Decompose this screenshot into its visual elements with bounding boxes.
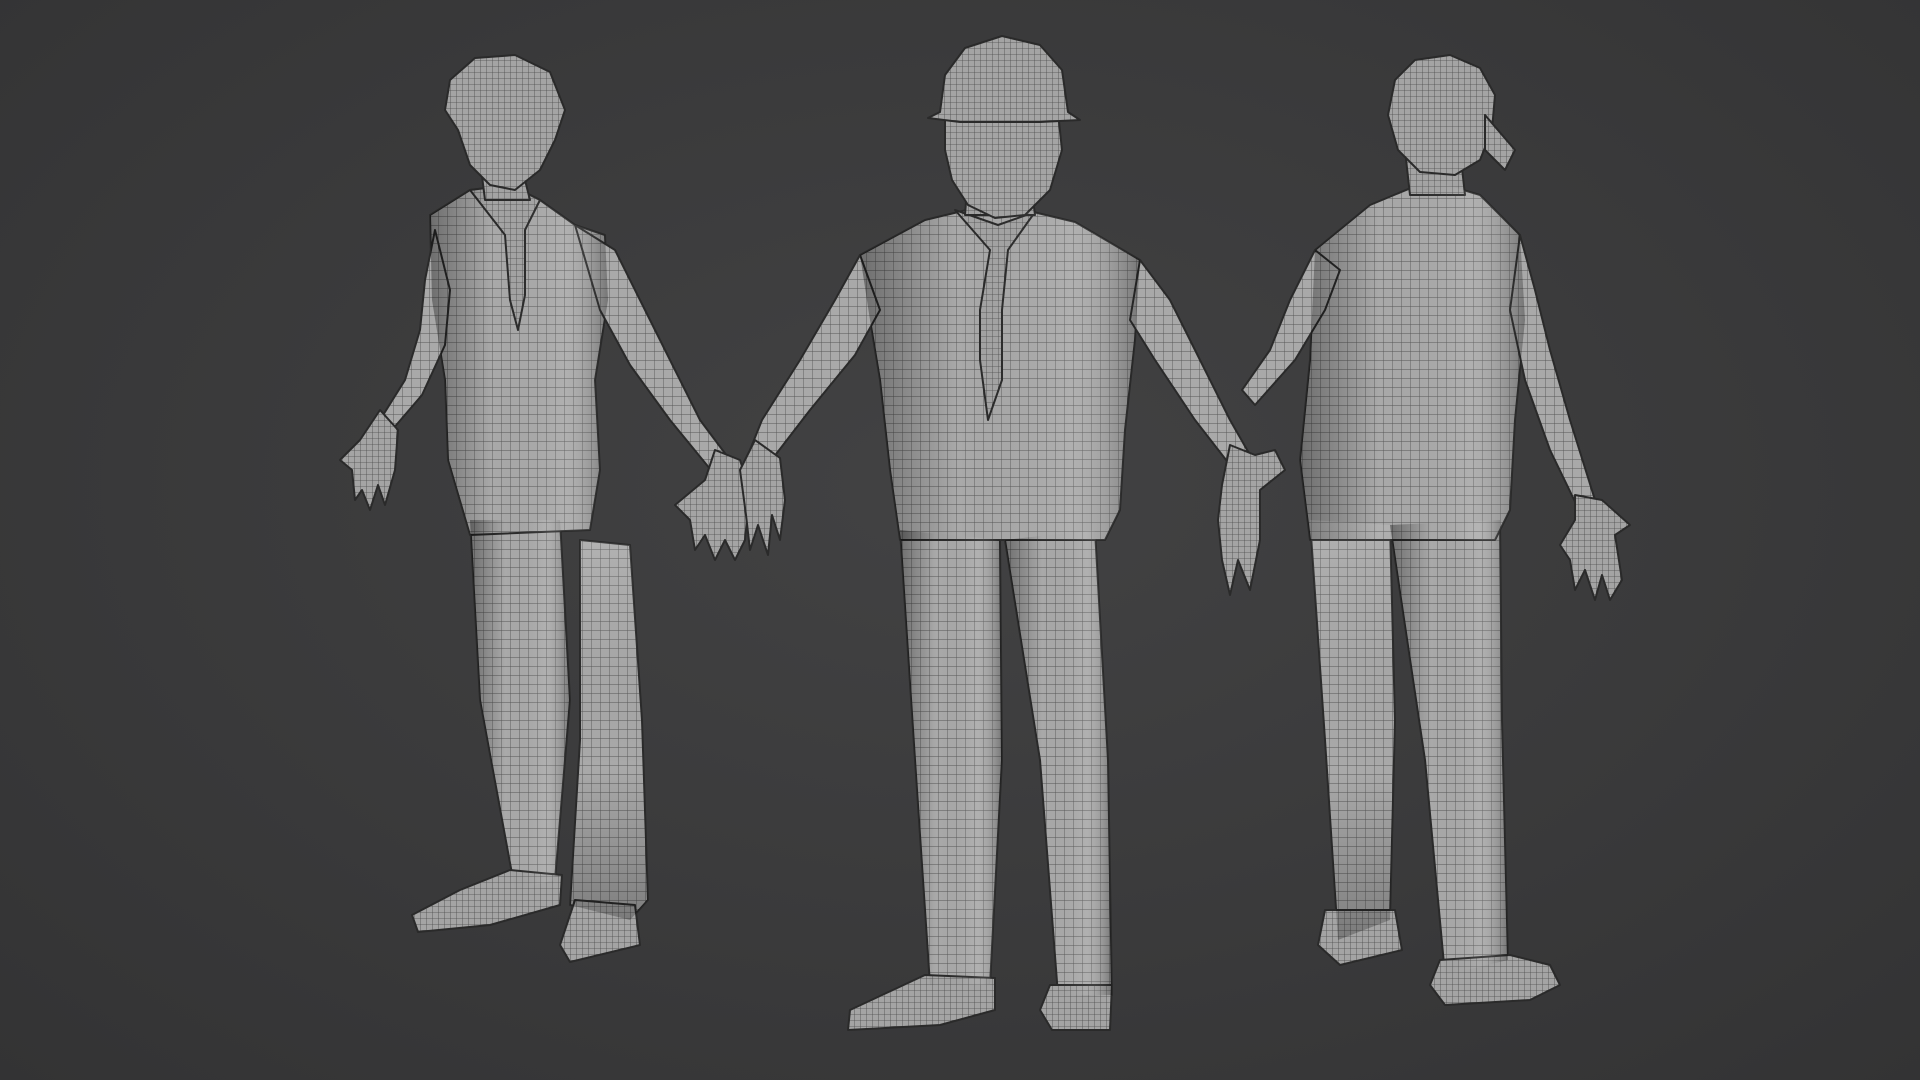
center-model-head — [944, 111, 1063, 219]
left-model-head — [444, 54, 566, 191]
model-center-front[interactable] — [739, 0, 1300, 1080]
center-model-hard-hat — [927, 35, 1081, 123]
center-model-hand-left — [739, 439, 786, 556]
right-model-head-cap — [1387, 54, 1496, 176]
left-model-hand-left — [339, 409, 399, 511]
center-model-arm-left — [749, 254, 881, 463]
left-model-hand-right — [674, 449, 751, 561]
right-model-hand-right — [1559, 494, 1631, 601]
right-model-arm-right — [1509, 234, 1596, 513]
model-left-three-quarter[interactable] — [330, 0, 790, 1080]
3d-viewport[interactable] — [0, 0, 1920, 1080]
model-right-back[interactable] — [1230, 0, 1650, 1080]
right-model-cap-brim — [1484, 114, 1516, 171]
